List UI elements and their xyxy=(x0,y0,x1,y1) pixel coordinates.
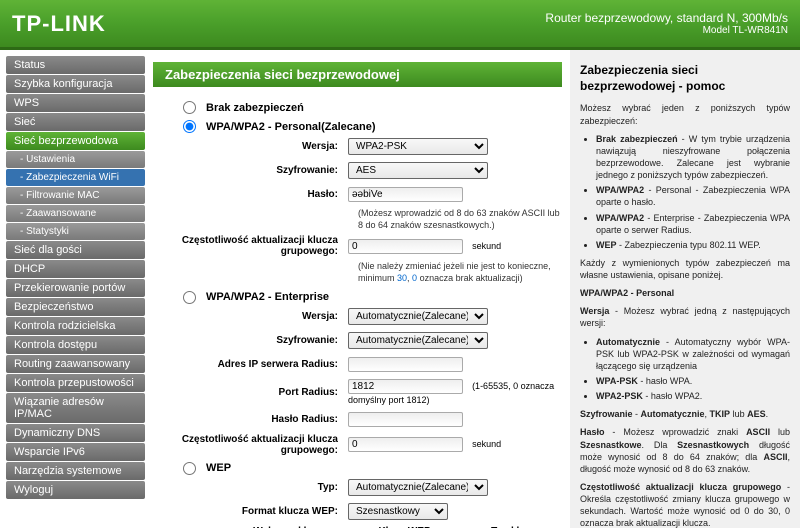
radio-enterprise[interactable] xyxy=(183,291,196,304)
nav-item[interactable]: - Zabezpieczenia WiFi xyxy=(6,169,145,186)
wep-key-table: Wybrany klucz Klucz WEP Typ klucza Klucz… xyxy=(238,526,562,528)
help-p-version: Wersja - Możesz wybrać jedną z następują… xyxy=(580,305,790,329)
help-p-freq: Częstotliwość aktualizacji klucza grupow… xyxy=(580,481,790,528)
nav-item[interactable]: Sieć bezprzewodowa xyxy=(6,132,145,150)
header-info: Router bezprzewodowy, standard N, 300Mb/… xyxy=(545,11,788,36)
label-wep-type: Typ: xyxy=(153,482,348,493)
nav-item[interactable]: - Zaawansowane xyxy=(6,205,145,222)
input-ent-groupkey[interactable] xyxy=(348,437,463,452)
input-radius-port[interactable] xyxy=(348,379,463,394)
select-ent-version[interactable]: Automatycznie(Zalecane) xyxy=(348,308,488,325)
nav-item[interactable]: Narzędzia systemowe xyxy=(6,462,145,480)
col-selected-key: Wybrany klucz xyxy=(238,526,338,528)
nav-item[interactable]: Wiązanie adresów IP/MAC xyxy=(6,393,145,423)
nav-item[interactable]: Status xyxy=(6,56,145,74)
select-personal-enc[interactable]: AES xyxy=(348,162,488,179)
select-wep-format[interactable]: Szesnastkowy xyxy=(348,503,448,520)
help-bullet: WPA/WPA2 - Personal - Zabezpieczenia WPA… xyxy=(596,184,790,208)
help-bullet: WPA/WPA2 - Enterprise - Zabezpieczenia W… xyxy=(596,212,790,236)
nav-item[interactable]: Kontrola przepustowości xyxy=(6,374,145,392)
label-groupkey: Częstotliwość aktualizacji klucza grupow… xyxy=(153,235,348,257)
select-personal-version[interactable]: WPA2-PSK xyxy=(348,138,488,155)
help-p2: Każdy z wymienionych typów zabezpieczeń … xyxy=(580,257,790,281)
help-p-enc: Szyfrowanie - Automatycznie, TKIP lub AE… xyxy=(580,408,790,420)
nav-item[interactable]: Szybka konfiguracja xyxy=(6,75,145,93)
nav-item[interactable]: Kontrola dostępu xyxy=(6,336,145,354)
input-password[interactable] xyxy=(348,187,463,202)
label-encryption: Szyfrowanie: xyxy=(153,165,348,176)
input-groupkey[interactable] xyxy=(348,239,463,254)
help-intro: Możesz wybrać jeden z poniższych typów z… xyxy=(580,102,790,126)
label-radius-pass: Hasło Radius: xyxy=(153,414,348,425)
help-bullet: WPA2-PSK - hasło WPA2. xyxy=(596,390,790,402)
nav-item[interactable]: WPS xyxy=(6,94,145,112)
nav-item[interactable]: Kontrola rodzicielska xyxy=(6,317,145,335)
page-title: Zabezpieczenia sieci bezprzewodowej xyxy=(153,62,562,87)
security-option-none[interactable]: Brak zabezpieczeń xyxy=(183,101,562,114)
help-title: Zabezpieczenia sieci bezprzewodowej - po… xyxy=(580,62,790,94)
sidebar-nav: StatusSzybka konfiguracjaWPSSiećSieć bez… xyxy=(0,50,145,528)
select-wep-type[interactable]: Automatycznie(Zalecane) xyxy=(348,479,488,496)
help-bullet: WPA-PSK - hasło WPA. xyxy=(596,375,790,387)
label-wep: WEP xyxy=(206,462,231,474)
label-ent-groupkey: Częstotliwość aktualizacji klucza grupow… xyxy=(153,434,348,456)
label-ent-enc: Szyfrowanie: xyxy=(153,335,348,346)
nav-item[interactable]: Przekierowanie portów xyxy=(6,279,145,297)
help-p-pass: Hasło - Możesz wprowadzić znaki ASCII lu… xyxy=(580,426,790,475)
nav-item[interactable]: Dynamiczny DNS xyxy=(6,424,145,442)
help-h-personal: WPA/WPA2 - Personal xyxy=(580,288,674,298)
help-list-1: Brak zabezpieczeń - W tym trybie urządze… xyxy=(596,133,790,251)
col-wep-key: Klucz WEP xyxy=(338,526,470,528)
label-password: Hasło: xyxy=(153,189,348,200)
nav-item[interactable]: Routing zaawansowany xyxy=(6,355,145,373)
help-list-2: Automatycznie - Automatyczny wybór WPA-P… xyxy=(596,336,790,403)
hint-groupkey: (Nie należy zmieniać jeżeli nie jest to … xyxy=(358,261,562,284)
hint-seconds: sekund xyxy=(472,241,501,251)
radio-wep[interactable] xyxy=(183,462,196,475)
nav-item[interactable]: Bezpieczeństwo xyxy=(6,298,145,316)
help-panel: Zabezpieczenia sieci bezprzewodowej - po… xyxy=(570,50,800,528)
input-radius-pass[interactable] xyxy=(348,412,463,427)
nav-item[interactable]: - Ustawienia xyxy=(6,151,145,168)
label-radius-ip: Adres IP serwera Radius: xyxy=(153,359,348,370)
label-version: Wersja: xyxy=(153,141,348,152)
brand-logo: TP-LINK xyxy=(12,11,106,37)
security-option-wep[interactable]: WEP xyxy=(183,462,562,475)
label-personal: WPA/WPA2 - Personal(Zalecane) xyxy=(206,121,376,133)
label-ent-version: Wersja: xyxy=(153,311,348,322)
nav-item[interactable]: DHCP xyxy=(6,260,145,278)
security-option-personal[interactable]: WPA/WPA2 - Personal(Zalecane) xyxy=(183,120,562,133)
help-bullet: Automatycznie - Automatyczny wybór WPA-P… xyxy=(596,336,790,372)
nav-item[interactable]: Sieć dla gości xyxy=(6,241,145,259)
help-bullet: Brak zabezpieczeń - W tym trybie urządze… xyxy=(596,133,790,182)
label-radius-port: Port Radius: xyxy=(153,387,348,398)
security-option-enterprise[interactable]: WPA/WPA2 - Enterprise xyxy=(183,291,562,304)
radio-personal[interactable] xyxy=(183,120,196,133)
nav-item[interactable]: Wsparcie IPv6 xyxy=(6,443,145,461)
nav-item[interactable]: - Filtrowanie MAC xyxy=(6,187,145,204)
col-key-type: Typ klucza xyxy=(471,526,562,528)
model-label: Model TL-WR841N xyxy=(545,25,788,36)
nav-item[interactable]: Wyloguj xyxy=(6,481,145,499)
nav-item[interactable]: - Statystyki xyxy=(6,223,145,240)
label-none: Brak zabezpieczeń xyxy=(206,102,304,114)
hint-seconds2: sekund xyxy=(472,439,501,449)
main-content: Zabezpieczenia sieci bezprzewodowej Brak… xyxy=(145,50,570,528)
select-ent-enc[interactable]: Automatycznie(Zalecane) xyxy=(348,332,488,349)
help-bullet: WEP - Zabezpieczenia typu 802.11 WEP. xyxy=(596,239,790,251)
app-header: TP-LINK Router bezprzewodowy, standard N… xyxy=(0,0,800,50)
nav-item[interactable]: Sieć xyxy=(6,113,145,131)
product-title: Router bezprzewodowy, standard N, 300Mb/… xyxy=(545,11,788,25)
label-wep-format: Format klucza WEP: xyxy=(153,506,348,517)
input-radius-ip[interactable] xyxy=(348,357,463,372)
radio-none[interactable] xyxy=(183,101,196,114)
hint-password: (Możesz wprowadzić od 8 do 63 znaków ASC… xyxy=(358,208,562,231)
label-enterprise: WPA/WPA2 - Enterprise xyxy=(206,291,329,303)
